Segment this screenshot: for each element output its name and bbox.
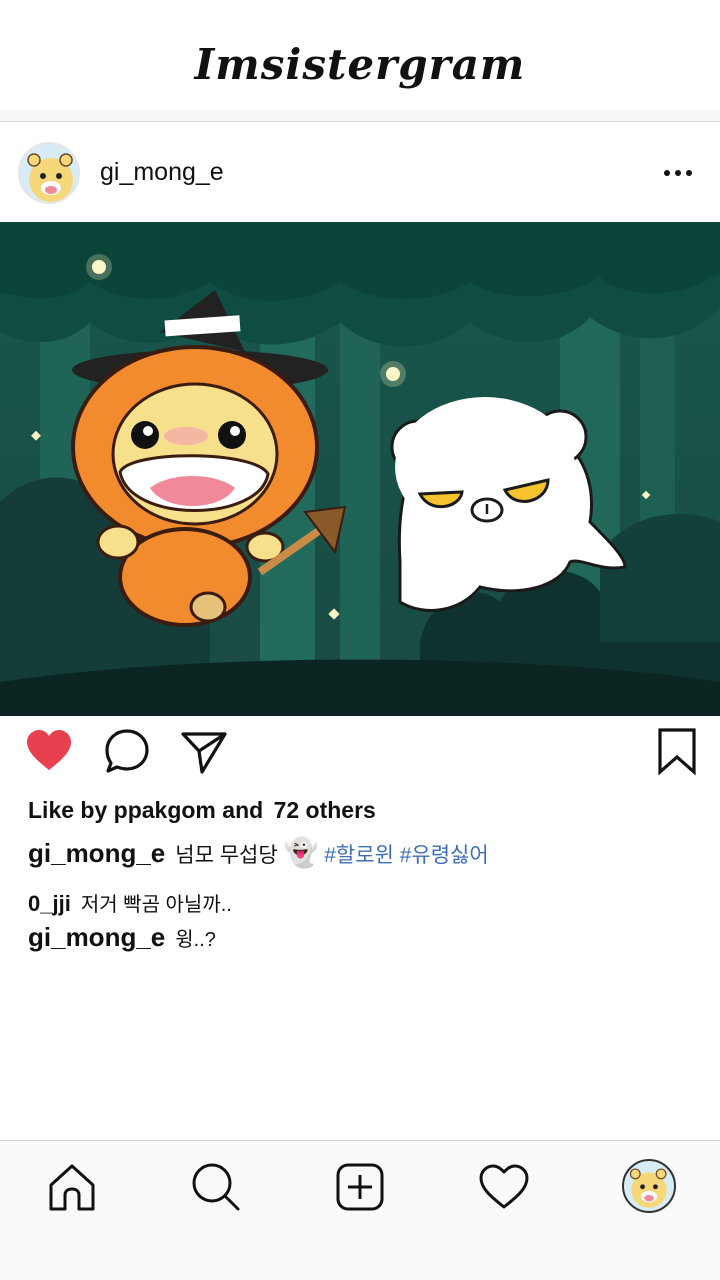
- comment-item: 0_jji 저거 빡곰 아닐까..: [28, 888, 232, 917]
- bookmark-icon[interactable]: [652, 726, 702, 776]
- author-avatar[interactable]: [18, 142, 80, 204]
- comment-icon[interactable]: [102, 726, 152, 776]
- caption-text: 넘모 무섭당: [175, 844, 278, 867]
- caption-user[interactable]: gi_mong_e: [28, 838, 165, 868]
- app-logo[interactable]: Imsistergram: [0, 40, 720, 89]
- comment-user[interactable]: gi_mong_e: [28, 922, 165, 952]
- post-caption: gi_mong_e 넘모 무섭당 👻 #할로윈 #유령싫어: [28, 836, 489, 869]
- bottom-nav: [0, 1140, 720, 1280]
- profile-avatar[interactable]: [622, 1159, 676, 1213]
- app-header: Imsistergram: [0, 0, 720, 110]
- hashtag-halloween[interactable]: #할로윈: [324, 844, 394, 867]
- home-icon[interactable]: [44, 1159, 100, 1215]
- comment-text: 저거 빡곰 아닐까..: [80, 894, 232, 916]
- comment-item: gi_mong_e 윙..?: [28, 922, 216, 953]
- likes-user[interactable]: ppakgom: [114, 797, 216, 823]
- post-actions: [0, 716, 720, 786]
- post-image[interactable]: [0, 222, 720, 716]
- header-divider: [0, 110, 720, 122]
- likes-and: and: [222, 797, 264, 823]
- comment-text: 윙..?: [175, 929, 216, 951]
- add-icon[interactable]: [332, 1159, 388, 1215]
- comment-user[interactable]: 0_jji: [28, 891, 71, 916]
- post-header: gi_mong_e: [0, 122, 720, 222]
- more-icon[interactable]: [660, 158, 696, 186]
- share-icon[interactable]: [180, 726, 230, 776]
- search-icon[interactable]: [188, 1159, 244, 1215]
- activity-heart-icon[interactable]: [476, 1159, 532, 1215]
- heart-icon[interactable]: [24, 726, 74, 776]
- post-author-name[interactable]: gi_mong_e: [100, 158, 224, 187]
- ghost-emoji: 👻: [283, 837, 319, 868]
- likes-count[interactable]: 72 others: [274, 797, 376, 823]
- likes-summary[interactable]: Like by ppakgom and 72 others: [28, 797, 376, 824]
- hashtag-no-ghost[interactable]: #유령싫어: [400, 844, 489, 867]
- likes-prefix: Like by: [28, 797, 108, 823]
